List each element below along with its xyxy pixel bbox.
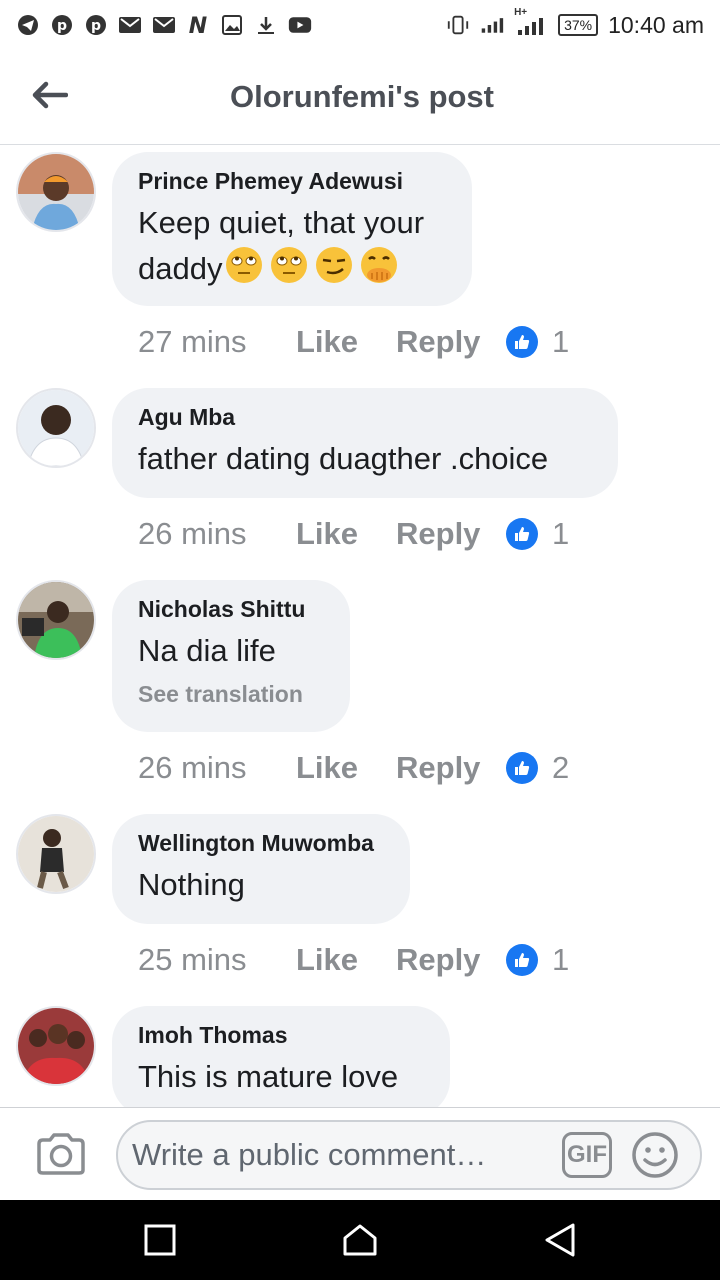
comment-input[interactable] [132, 1137, 552, 1173]
signal-h-plus-icon: H+ [514, 7, 548, 37]
face-with-hand-over-mouth-icon [359, 245, 399, 297]
avatar[interactable] [16, 580, 96, 660]
like-button[interactable]: Like [296, 516, 396, 552]
comment-text: This is mature love [138, 1059, 399, 1094]
avatar[interactable] [16, 152, 96, 232]
reply-button[interactable]: Reply [396, 516, 506, 552]
reaction-count[interactable]: 2 [552, 750, 569, 786]
comment-time[interactable]: 27 mins [138, 324, 296, 360]
pinterest-icon: p [84, 13, 108, 37]
comment-text: Na dia life [138, 633, 276, 668]
comment-meta: 27 mins Like Reply 1 [138, 322, 569, 362]
svg-text:p: p [57, 18, 67, 34]
camera-button[interactable] [34, 1130, 88, 1178]
home-button[interactable] [338, 1218, 382, 1262]
comment-list[interactable]: Prince Phemey Adewusi Keep quiet, that y… [0, 146, 720, 1108]
vibrate-icon [446, 13, 470, 37]
comment-text: father dating duagther .choice [138, 441, 549, 476]
smirking-face-icon [314, 245, 354, 297]
telegram-icon [16, 13, 40, 37]
youtube-icon [288, 13, 312, 37]
like-reaction-icon[interactable] [506, 944, 538, 976]
smiley-icon [632, 1132, 678, 1178]
system-status: H+ 37% 10:40 am [446, 7, 704, 39]
face-with-rolling-eyes-icon [224, 245, 264, 297]
reply-button[interactable]: Reply [396, 324, 506, 360]
comment-bubble[interactable]: Imoh Thomas This is mature love [112, 1006, 450, 1108]
like-reaction-icon[interactable] [506, 752, 538, 784]
network-type-label: H+ [514, 7, 528, 18]
signal-icon [480, 13, 504, 37]
recents-icon [144, 1224, 176, 1256]
download-icon [254, 13, 278, 37]
comment-time[interactable]: 26 mins [138, 516, 296, 552]
reaction-count[interactable]: 1 [552, 324, 569, 360]
face-with-rolling-eyes-icon [269, 245, 309, 297]
n-app-icon: N [186, 13, 210, 37]
gmail-icon [152, 13, 176, 37]
comment-meta: 26 mins Like Reply 2 [138, 748, 569, 788]
comment-meta: 25 mins Like Reply 1 [138, 940, 569, 980]
comment-bubble[interactable]: Agu Mba father dating duagther .choice [112, 388, 618, 498]
emoji-button[interactable] [630, 1130, 680, 1180]
reply-button[interactable]: Reply [396, 942, 506, 978]
like-reaction-icon[interactable] [506, 326, 538, 358]
comment-bubble[interactable]: Nicholas Shittu Na dia life See translat… [112, 580, 350, 732]
clock: 10:40 am [608, 11, 704, 38]
svg-text:N: N [189, 14, 207, 36]
gif-button[interactable]: GIF [562, 1132, 612, 1178]
avatar[interactable] [16, 1006, 96, 1086]
comment-meta: 26 mins Like Reply 1 [138, 514, 569, 554]
comment-text-line: daddy [138, 251, 223, 287]
like-button[interactable]: Like [296, 324, 396, 360]
like-reaction-icon[interactable] [506, 518, 538, 550]
page-title: Olorunfemi's post [230, 79, 494, 114]
comment-author[interactable]: Imoh Thomas [138, 1022, 424, 1049]
recents-button[interactable] [138, 1218, 182, 1262]
back-nav-button[interactable] [538, 1218, 582, 1262]
like-button[interactable]: Like [296, 750, 396, 786]
post-header: Olorunfemi's post [0, 50, 720, 145]
avatar[interactable] [16, 814, 96, 894]
comment-input-box[interactable]: GIF [116, 1120, 702, 1190]
comment-bubble[interactable]: Wellington Muwomba Nothing [112, 814, 410, 924]
status-bar: p p N H+ 37% 10:40 am [0, 0, 720, 50]
comment-author[interactable]: Nicholas Shittu [138, 596, 324, 623]
reaction-count[interactable]: 1 [552, 942, 569, 978]
reaction-count[interactable]: 1 [552, 516, 569, 552]
notification-icons: p p N [16, 13, 312, 37]
comment-text: Nothing [138, 867, 245, 902]
system-nav-bar [0, 1200, 720, 1280]
svg-text:p: p [91, 18, 101, 34]
comment-bubble[interactable]: Prince Phemey Adewusi Keep quiet, that y… [112, 152, 472, 306]
gmail-icon [118, 13, 142, 37]
back-triangle-icon [545, 1223, 575, 1257]
camera-icon [37, 1133, 85, 1175]
comment-text-line: Keep quiet, that your [138, 205, 425, 240]
comment-author[interactable]: Prince Phemey Adewusi [138, 168, 446, 195]
comment-composer: GIF [0, 1107, 720, 1200]
comment-author[interactable]: Agu Mba [138, 404, 592, 431]
comment-time[interactable]: 26 mins [138, 750, 296, 786]
battery-indicator: 37% [558, 14, 599, 36]
see-translation-link[interactable]: See translation [138, 681, 324, 708]
reply-button[interactable]: Reply [396, 750, 506, 786]
comment-text: Keep quiet, that your daddy [138, 201, 446, 297]
pinterest-icon: p [50, 13, 74, 37]
avatar[interactable] [16, 388, 96, 468]
like-button[interactable]: Like [296, 942, 396, 978]
comment-author[interactable]: Wellington Muwomba [138, 830, 384, 857]
comment-time[interactable]: 25 mins [138, 942, 296, 978]
home-icon [343, 1224, 377, 1256]
gallery-icon [220, 13, 244, 37]
